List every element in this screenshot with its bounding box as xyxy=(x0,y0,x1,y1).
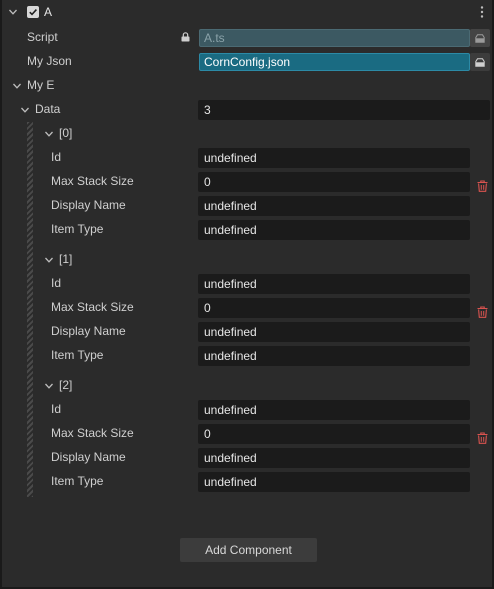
lock-icon xyxy=(180,32,190,42)
data-collapse-chevron-down-icon[interactable] xyxy=(19,104,31,116)
item-1-item-type-label: Item Type xyxy=(51,348,104,362)
item-1-display-name-label: Display Name xyxy=(51,324,126,338)
data-label: Data xyxy=(35,102,61,116)
item-1-header: [1] xyxy=(59,252,73,266)
script-asset-field: A.ts xyxy=(199,29,470,47)
item-2-display-name-label: Display Name xyxy=(51,450,126,464)
asset-picker-icon xyxy=(475,33,485,43)
component-collapse-chevron-down-icon[interactable] xyxy=(7,6,19,18)
item-2-delete-trash-icon[interactable] xyxy=(476,432,488,444)
item-0-delete-trash-icon[interactable] xyxy=(476,180,488,192)
item-1-id-label: Id xyxy=(51,276,62,290)
item-2-collapse-chevron-down-icon[interactable] xyxy=(43,380,55,392)
array-indent-guide xyxy=(27,122,33,497)
item-0-item-type-label: Item Type xyxy=(51,222,104,236)
item-0-max-stack-size-input[interactable]: 0 xyxy=(198,172,470,192)
component-enabled-checkbox[interactable] xyxy=(27,6,39,18)
component-title: A xyxy=(44,5,53,19)
item-2-id-label: Id xyxy=(51,402,62,416)
item-2-item-type-input[interactable]: undefined xyxy=(198,472,470,492)
item-0-id-input[interactable]: undefined xyxy=(198,148,470,168)
item-2-max-stack-size-label: Max Stack Size xyxy=(51,426,134,440)
item-0-max-stack-size-label: Max Stack Size xyxy=(51,174,134,188)
item-0-header: [0] xyxy=(59,126,73,140)
panel-border-left xyxy=(0,0,2,589)
script-asset-picker-button xyxy=(470,29,490,47)
item-1-max-stack-size-label: Max Stack Size xyxy=(51,300,134,314)
my-json-asset-picker-button[interactable] xyxy=(470,53,490,71)
my-e-collapse-chevron-down-icon[interactable] xyxy=(11,80,23,92)
item-0-id-label: Id xyxy=(51,150,62,164)
item-0-item-type-input[interactable]: undefined xyxy=(198,220,470,240)
add-component-button[interactable]: Add Component xyxy=(180,538,317,562)
asset-picker-icon xyxy=(475,57,485,67)
item-1-display-name-input[interactable]: undefined xyxy=(198,322,470,342)
item-0-collapse-chevron-down-icon[interactable] xyxy=(43,128,55,140)
item-1-id-input[interactable]: undefined xyxy=(198,274,470,294)
script-label: Script xyxy=(27,30,58,44)
component-menu-vertical-dots-icon[interactable] xyxy=(477,5,487,19)
item-2-display-name-input[interactable]: undefined xyxy=(198,448,470,468)
item-2-header: [2] xyxy=(59,378,73,392)
item-1-item-type-input[interactable]: undefined xyxy=(198,346,470,366)
item-1-max-stack-size-input[interactable]: 0 xyxy=(198,298,470,318)
item-1-collapse-chevron-down-icon[interactable] xyxy=(43,254,55,266)
my-json-asset-field[interactable]: CornConfig.json xyxy=(199,53,470,71)
item-0-display-name-label: Display Name xyxy=(51,198,126,212)
my-json-label: My Json xyxy=(27,54,72,68)
item-2-item-type-label: Item Type xyxy=(51,474,104,488)
item-2-id-input[interactable]: undefined xyxy=(198,400,470,420)
item-0-display-name-input[interactable]: undefined xyxy=(198,196,470,216)
item-1-delete-trash-icon[interactable] xyxy=(476,306,488,318)
checkmark-icon xyxy=(29,9,37,16)
item-2-max-stack-size-input[interactable]: 0 xyxy=(198,424,470,444)
my-e-label: My E xyxy=(27,78,55,92)
data-count-input[interactable]: 3 xyxy=(198,100,490,120)
